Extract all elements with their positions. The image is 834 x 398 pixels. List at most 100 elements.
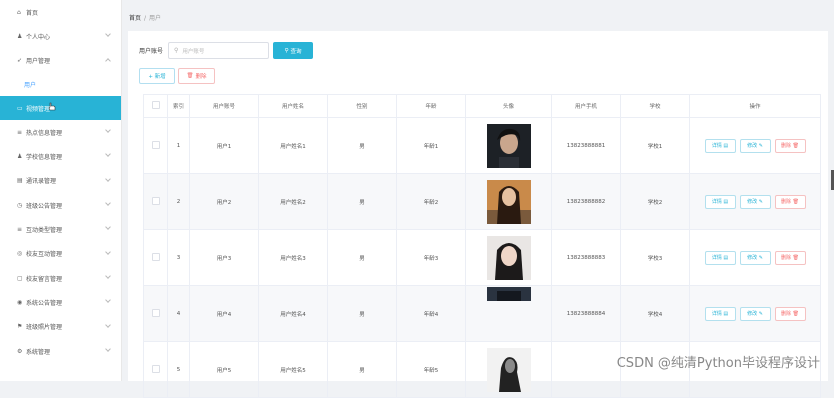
batch-delete-button[interactable]: 🗑 删除	[178, 68, 215, 84]
sidebar-subitem-users[interactable]: 用户	[0, 73, 121, 96]
edit-button[interactable]: 修改 ✎	[739, 250, 771, 265]
avatar	[486, 347, 531, 392]
edit-button-label: 修改	[747, 255, 758, 261]
sidebar-item-system-management[interactable]: ⚙ 系统管理	[0, 339, 121, 363]
delete-button-label: 删除	[781, 311, 792, 317]
cell-actions: 详情 ▤ 修改 ✎ 删除 🗑	[689, 117, 821, 174]
cell-gender: 男	[327, 173, 397, 230]
sidebar-item-label: 系统公告管理	[26, 299, 63, 307]
sidebar-item-label: 首页	[26, 9, 39, 17]
edit-button[interactable]: 修改 ✎	[739, 194, 771, 209]
sidebar-item-interaction-type[interactable]: ≡ 互动类型管理	[0, 217, 121, 241]
avatar	[486, 287, 531, 301]
edit-button-label: 修改	[747, 311, 758, 317]
sidebar-item-home[interactable]: ⌂ 首页	[0, 0, 121, 24]
chevron-down-icon	[105, 321, 111, 328]
detail-button[interactable]: 详情 ▤	[704, 250, 736, 265]
cell-index: 3	[167, 229, 190, 286]
check-circle-icon: ◉	[17, 298, 23, 306]
list-icon: ≡	[17, 128, 23, 136]
sidebar-item-alumni-interaction[interactable]: ◎ 校友互动管理	[0, 242, 121, 266]
row-checkbox[interactable]	[143, 173, 168, 230]
cell-age: 年龄4	[396, 285, 466, 342]
cell-avatar	[465, 117, 552, 174]
sidebar-item-class-photo[interactable]: ⚑ 班级照片管理	[0, 315, 121, 339]
chevron-down-icon	[105, 200, 111, 206]
column-header: 年龄	[396, 94, 466, 118]
list-icon: ≡	[17, 226, 23, 234]
select-all-checkbox[interactable]	[143, 94, 168, 118]
settings-icon: ⚙	[17, 347, 23, 355]
edit-button-label: 修改	[747, 143, 758, 149]
cell-gender: 男	[327, 229, 397, 286]
sidebar-item-contacts[interactable]: ▤ 通讯录管理	[0, 169, 121, 193]
delete-button[interactable]: 删除 🗑	[774, 250, 806, 265]
chevron-down-icon	[105, 31, 111, 38]
video-icon: ▭	[17, 104, 23, 112]
edit-button-label: 修改	[747, 199, 758, 205]
delete-button[interactable]: 删除 🗑	[774, 194, 806, 209]
row-checkbox[interactable]	[143, 117, 168, 174]
cell-avatar	[465, 285, 552, 342]
detail-button[interactable]: 详情 ▤	[704, 306, 736, 321]
chevron-down-icon	[105, 151, 111, 158]
search-button[interactable]: ⚲ 查询	[273, 42, 314, 59]
edit-button[interactable]: 修改 ✎	[739, 306, 771, 321]
sidebar-item-system-notice[interactable]: ◉ 系统公告管理	[0, 290, 121, 314]
sidebar-item-alumni-message[interactable]: ▢ 校友留言管理	[0, 266, 121, 290]
avatar	[486, 123, 531, 168]
cell-account: 用户1	[189, 117, 259, 174]
sidebar-item-hot-info[interactable]: ≡ 热点信息管理	[0, 120, 121, 144]
main-content: 首页 / 用户 用户账号 ⚲ 用户账号 ⚲ 查询 + 新增 🗑 删除 索引 用户…	[122, 0, 834, 398]
search-icon: ⚲	[174, 47, 179, 54]
add-button[interactable]: + 新增	[139, 68, 175, 84]
home-icon: ⌂	[17, 8, 21, 16]
breadcrumb-home[interactable]: 首页	[129, 15, 141, 22]
message-icon: ▢	[17, 274, 23, 282]
chevron-down-icon	[105, 297, 111, 304]
delete-button[interactable]: 删除 🗑	[774, 306, 806, 321]
detail-button-label: 详情	[711, 199, 722, 205]
search-input[interactable]: ⚲ 用户账号	[168, 42, 270, 59]
cell-phone: 13823888884	[551, 285, 621, 342]
edit-button[interactable]: 修改 ✎	[739, 138, 771, 153]
cell-account: 用户3	[189, 229, 259, 286]
sidebar-item-video-management[interactable]: ▭ 视频管理	[0, 95, 121, 121]
cell-index: 5	[167, 341, 190, 398]
cell-gender: 男	[327, 285, 397, 342]
search-icon: ⚲	[284, 47, 289, 54]
sidebar-item-user-management[interactable]: ➶ 用户管理	[0, 49, 121, 73]
row-checkbox[interactable]	[143, 285, 168, 342]
user-icon: ♟	[17, 32, 23, 40]
column-header: 用户手机	[551, 94, 621, 118]
row-checkbox[interactable]	[143, 229, 168, 286]
sidebar-item-label: 通讯录管理	[26, 178, 57, 186]
sidebar-item-label: 热点信息管理	[26, 129, 63, 137]
sidebar-item-school-info[interactable]: ♟ 学校信息管理	[0, 144, 121, 168]
cell-account: 用户5	[189, 341, 259, 398]
column-header: 用户姓名	[258, 94, 328, 118]
delete-button-label: 删除	[781, 199, 792, 205]
detail-button[interactable]: 详情 ▤	[704, 138, 736, 153]
cell-phone: 13823888883	[551, 229, 621, 286]
cell-name: 用户姓名5	[258, 341, 328, 398]
cell-gender: 男	[327, 341, 397, 398]
sidebar-item-profile[interactable]: ♟ 个人中心	[0, 24, 121, 48]
cell-name: 用户姓名1	[258, 117, 328, 174]
cell-phone: 13823888882	[551, 173, 621, 230]
delete-button[interactable]: 删除 🗑	[774, 138, 806, 153]
cell-age: 年龄2	[396, 173, 466, 230]
sidebar-item-label: 校友留言管理	[26, 275, 63, 283]
column-header: 性别	[327, 94, 397, 118]
person-icon: ♟	[17, 153, 23, 161]
search-bar: 用户账号 ⚲ 用户账号 ⚲ 查询	[139, 42, 314, 59]
search-button-label: 查询	[290, 48, 302, 55]
sidebar-item-class-notice[interactable]: ◷ 班级公告管理	[0, 193, 121, 217]
cell-name: 用户姓名2	[258, 173, 328, 230]
table-row: 4 用户4 用户姓名4 男 年龄4 13823888884 学校4 详情 ▤ 修…	[143, 285, 821, 342]
row-checkbox[interactable]	[143, 341, 168, 398]
cell-school: 学校4	[620, 285, 690, 342]
search-placeholder: 用户账号	[182, 48, 205, 55]
sidebar-item-label: 班级公告管理	[26, 202, 63, 210]
detail-button[interactable]: 详情 ▤	[704, 194, 736, 209]
